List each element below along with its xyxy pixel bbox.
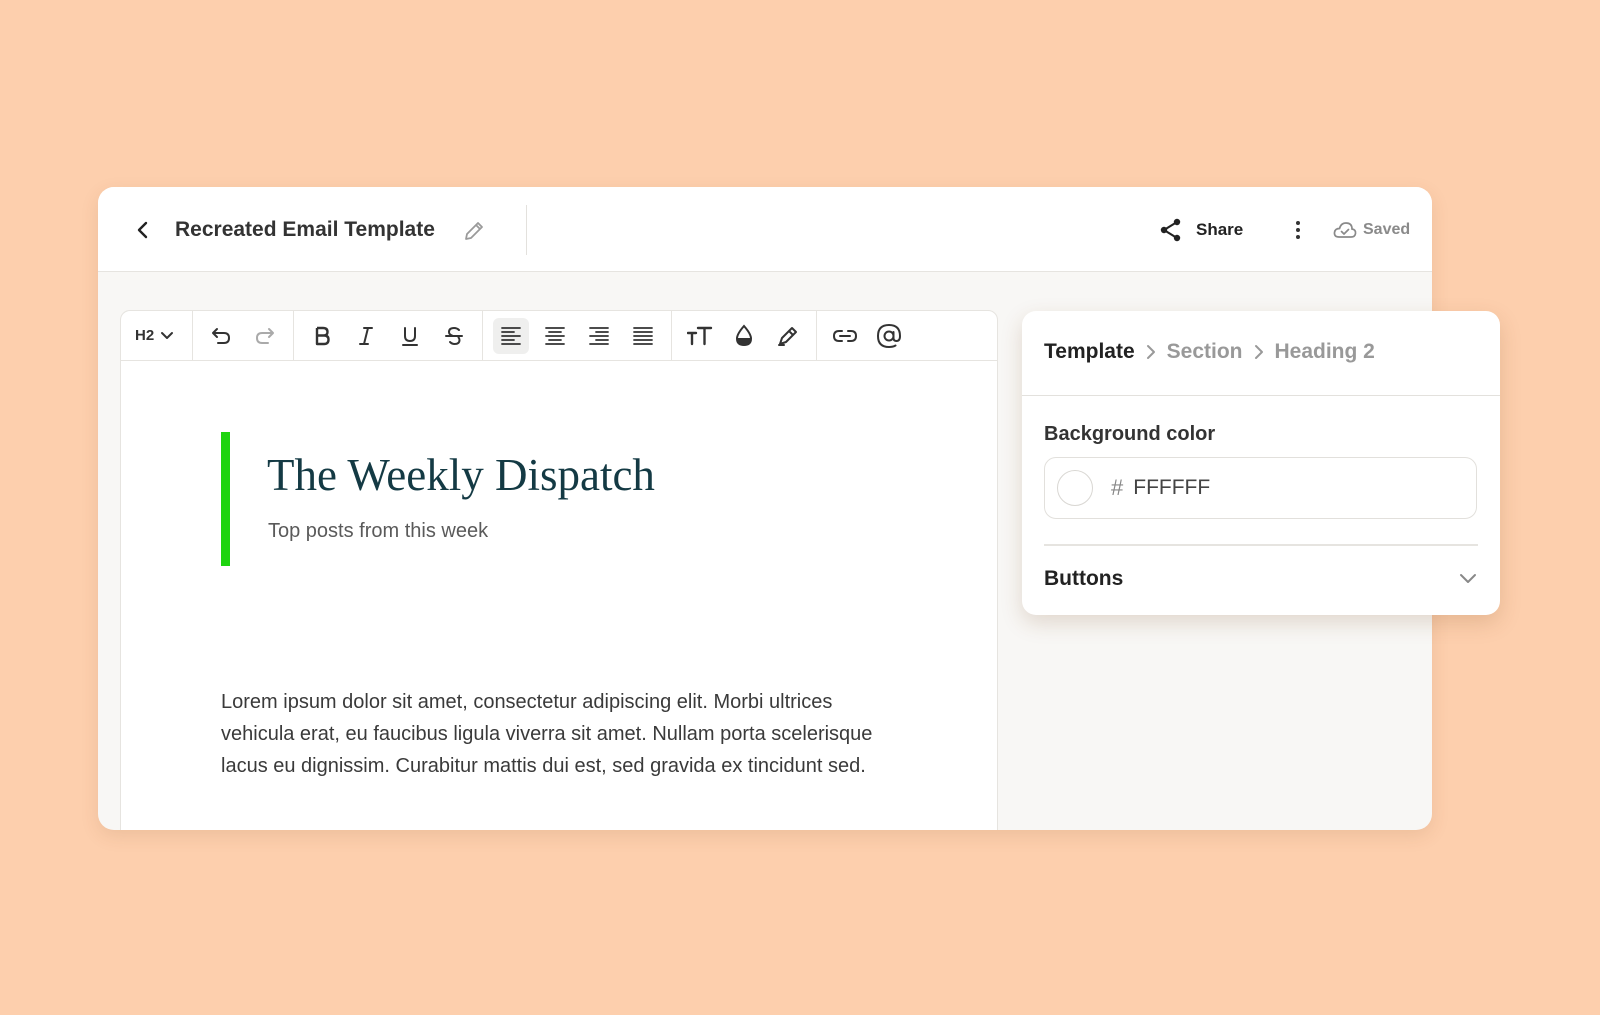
highlighter-icon [778,326,798,346]
formatting-toolbar: H2 [121,310,997,361]
newsletter-title[interactable]: The Weekly Dispatch [267,450,655,500]
newsletter-subtitle[interactable]: Top posts from this week [268,520,488,543]
share-label: Share [1196,220,1244,239]
saved-status: Saved [1333,215,1410,245]
heading-level-select[interactable]: H2 [127,318,186,354]
document-title: Recreated Email Template [175,218,435,241]
chevron-right-icon [1146,345,1155,359]
bold-button[interactable] [304,318,340,354]
section-divider [1044,544,1478,546]
strikethrough-icon [445,326,464,345]
history-group [193,310,295,361]
undo-button[interactable] [203,318,239,354]
heading-level-value: H2 [135,327,155,344]
breadcrumb: Template Section Heading 2 [1044,337,1375,367]
panel-divider [1022,395,1500,396]
strikethrough-button[interactable] [436,318,472,354]
hash-symbol: # [1111,475,1124,500]
redo-button[interactable] [247,318,283,354]
align-left-button[interactable] [493,317,530,354]
more-vertical-icon [1296,221,1300,239]
align-right-button[interactable] [581,318,617,354]
email-content[interactable]: The Weekly Dispatch Top posts from this … [121,362,997,830]
mention-button[interactable] [871,318,907,354]
undo-icon [212,327,231,344]
color-group [672,310,818,361]
edit-title-button[interactable] [460,217,488,245]
share-icon [1160,218,1181,242]
buttons-accordion-label: Buttons [1044,567,1124,590]
background-color-field[interactable]: # FFFFFF [1044,457,1477,519]
top-bar: Recreated Email Template Share Saved [98,187,1432,272]
underline-icon [402,326,419,346]
cloud-check-icon [1333,222,1357,238]
insert-group [817,311,917,361]
text-style-group [294,310,484,361]
justify-icon [633,326,654,345]
align-right-icon [589,326,610,345]
heading-group: H2 [121,310,194,361]
chevron-down-icon [1460,574,1476,583]
share-button[interactable]: Share [1158,212,1243,248]
breadcrumb-template[interactable]: Template [1044,340,1135,364]
body-paragraph[interactable]: Lorem ipsum dolor sit amet, consectetur … [221,686,911,782]
align-center-button[interactable] [537,318,573,354]
breadcrumb-section[interactable]: Section [1167,340,1243,364]
text-color-button[interactable] [726,318,762,354]
bold-icon [315,326,330,345]
saved-label: Saved [1363,221,1411,238]
text-size-icon [687,326,713,345]
more-options-button[interactable] [1284,215,1312,245]
background-color-value[interactable]: FFFFFF [1133,476,1210,500]
chevron-down-icon [161,331,174,339]
email-editor: H2 The Weekly Dispatch Top posts from th… [120,310,998,830]
alignment-group [483,310,673,361]
redo-icon [256,327,275,344]
at-sign-icon [877,323,902,348]
properties-panel: Template Section Heading 2 Background co… [1022,311,1500,615]
topbar-divider [526,205,527,255]
buttons-accordion[interactable]: Buttons [1044,561,1478,597]
pencil-icon [465,222,483,240]
droplet-icon [736,323,753,346]
underline-button[interactable] [392,318,428,354]
link-icon [833,329,858,342]
chevron-right-icon [1254,345,1263,359]
highlight-button[interactable] [770,318,806,354]
align-left-icon [501,326,522,345]
italic-button[interactable] [348,318,384,354]
align-center-icon [545,326,566,345]
breadcrumb-heading[interactable]: Heading 2 [1275,340,1375,364]
text-size-button[interactable] [682,318,718,354]
back-button[interactable] [128,215,158,245]
color-swatch[interactable] [1057,470,1093,506]
heading-accent-bar [221,432,230,566]
justify-button[interactable] [625,318,661,354]
chevron-left-icon [137,221,148,239]
background-color-label: Background color [1044,423,1216,445]
link-button[interactable] [827,318,863,354]
italic-icon [359,326,374,345]
